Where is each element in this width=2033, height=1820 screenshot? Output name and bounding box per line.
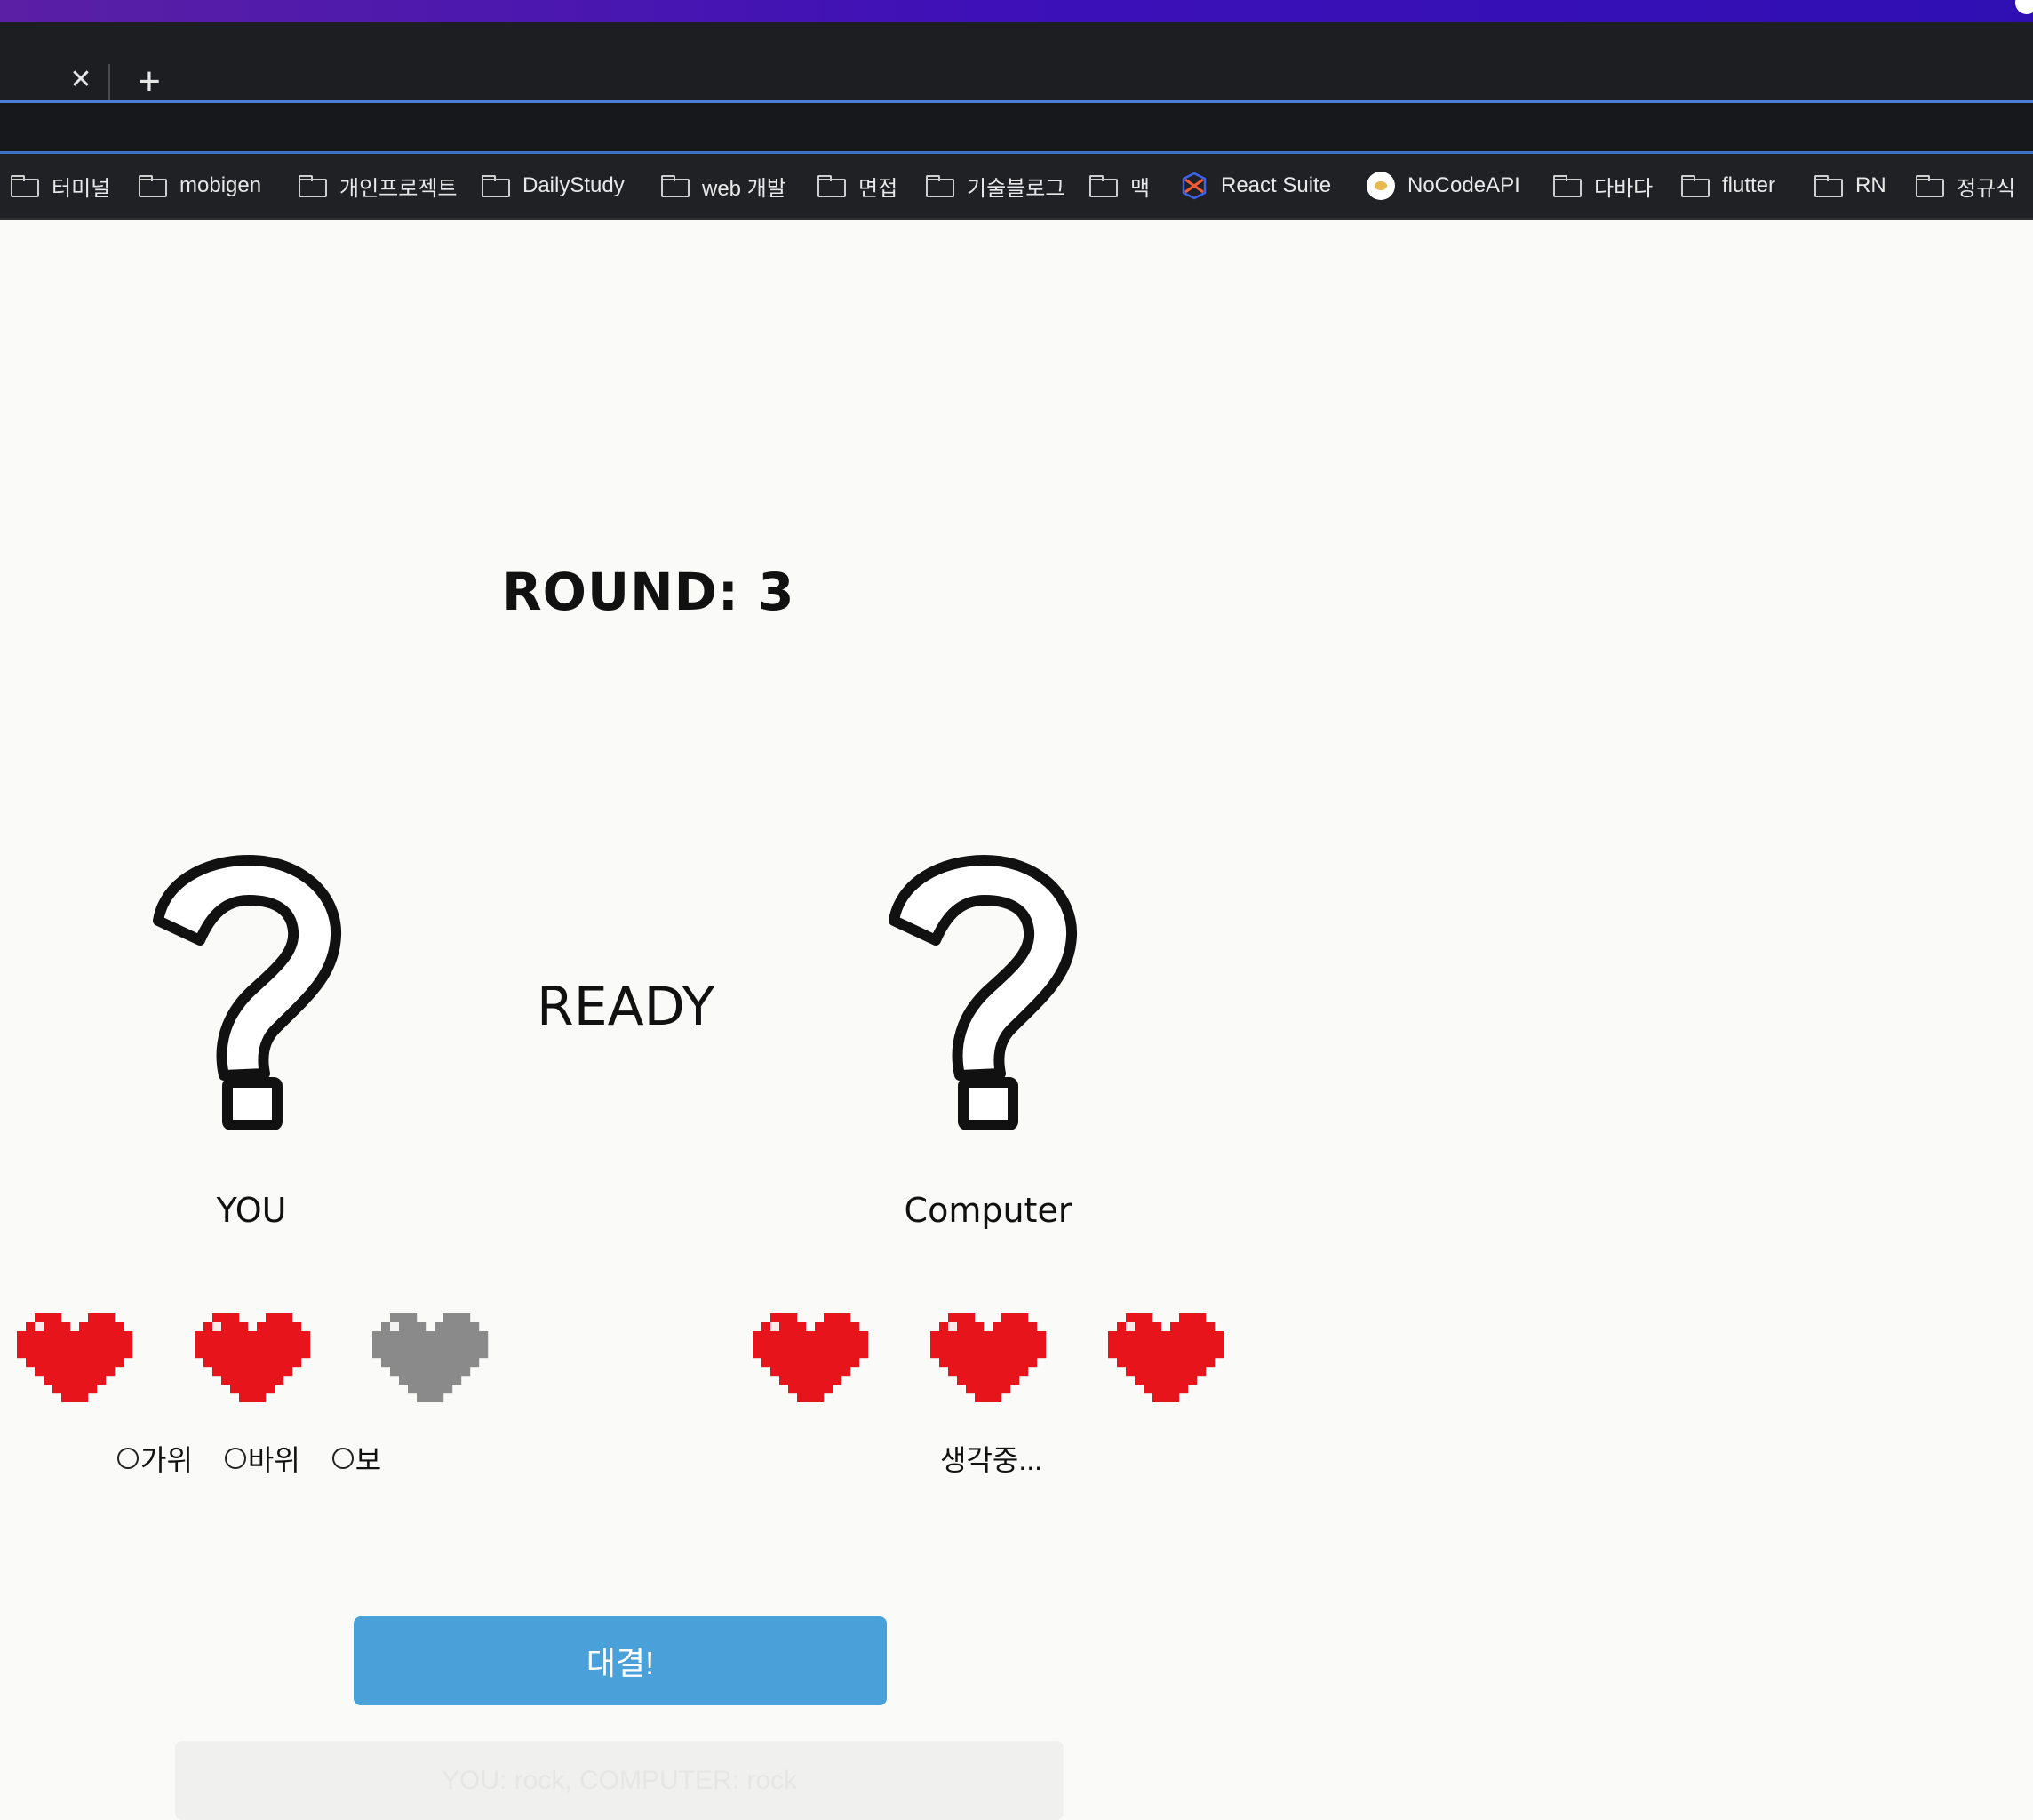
- choice-scissors[interactable]: 가위: [117, 1438, 193, 1479]
- computer-heart-icon: [1108, 1313, 1224, 1402]
- bookmark-label: 터미널: [52, 176, 111, 201]
- folder-icon: [661, 175, 690, 197]
- bookmark-item[interactable]: web 개발: [661, 154, 786, 218]
- computer-question-mark-icon: [889, 855, 1078, 1130]
- bookmark-label: 정규식: [1957, 176, 2016, 201]
- choice-group: 가위 바위 보: [117, 1438, 381, 1479]
- player-question-mark-icon: [153, 855, 342, 1130]
- bookmark-label: React Suite: [1221, 173, 1332, 197]
- bookmark-label: flutter: [1722, 173, 1776, 197]
- bookmark-label: RN: [1855, 173, 1886, 197]
- choice-label: 보: [355, 1444, 382, 1476]
- folder-icon: [482, 175, 510, 197]
- bookmark-label: 면접: [858, 176, 898, 201]
- choice-paper[interactable]: 보: [331, 1438, 382, 1479]
- bookmark-label: web 개발: [702, 176, 786, 201]
- fight-button[interactable]: 대결!: [354, 1616, 887, 1705]
- round-indicator: ROUND: 3: [502, 562, 795, 622]
- folder-icon: [11, 175, 39, 197]
- close-icon[interactable]: ✕: [68, 67, 94, 93]
- bookmark-label: 기술블로그: [967, 176, 1065, 201]
- tab-separator: [108, 64, 110, 101]
- nocodeapi-icon: [1367, 172, 1395, 200]
- bookmarks-bar: 터미널 mobigen 개인프로젝트 DailyStudy web 개발 면접 …: [0, 154, 2033, 220]
- radio-rock[interactable]: [224, 1448, 246, 1469]
- bookmark-item[interactable]: DailyStudy: [482, 154, 625, 218]
- bookmark-item[interactable]: RN: [1814, 154, 1886, 218]
- react-suite-icon: [1182, 172, 1207, 200]
- computer-heart-icon: [753, 1313, 869, 1402]
- bookmark-item[interactable]: 터미널: [11, 154, 110, 218]
- tab-bar: ✕ +: [0, 22, 2033, 101]
- profile-icon[interactable]: [2015, 0, 2033, 14]
- plus-icon[interactable]: +: [133, 62, 165, 101]
- player-name: YOU: [216, 1191, 287, 1230]
- bookmark-item[interactable]: 정규식: [1916, 154, 2015, 218]
- bookmark-label: 맥: [1130, 176, 1151, 201]
- computer-heart-icon: [930, 1313, 1047, 1402]
- bookmark-item[interactable]: 기술블로그: [926, 154, 1064, 218]
- bookmark-item[interactable]: flutter: [1681, 154, 1775, 218]
- bookmark-item[interactable]: 다바다: [1553, 154, 1653, 218]
- bookmark-item[interactable]: React Suite: [1180, 154, 1331, 218]
- folder-icon: [817, 175, 846, 197]
- folder-icon: [1089, 175, 1118, 197]
- choice-label: 가위: [140, 1444, 193, 1476]
- folder-icon: [926, 175, 954, 197]
- result-text: YOU: rock, COMPUTER: rock: [175, 1741, 1064, 1820]
- bookmark-item[interactable]: 개인프로젝트: [299, 154, 457, 218]
- address-bar[interactable]: [0, 103, 2033, 153]
- computer-name: Computer: [904, 1191, 1072, 1230]
- bookmark-item[interactable]: 맥: [1089, 154, 1150, 218]
- status-text: READY: [537, 976, 715, 1038]
- bookmark-label: 다바다: [1594, 176, 1654, 201]
- bookmark-item[interactable]: mobigen: [139, 154, 261, 218]
- computer-thinking-text: 생각중...: [940, 1444, 1042, 1476]
- bookmark-label: DailyStudy: [522, 173, 625, 197]
- player-heart-icon: [17, 1313, 133, 1402]
- folder-icon: [1553, 175, 1582, 197]
- bookmark-label: 개인프로젝트: [339, 176, 458, 201]
- folder-icon: [1681, 175, 1710, 197]
- choice-label: 바위: [247, 1444, 300, 1476]
- folder-icon: [1814, 175, 1843, 197]
- folder-icon: [139, 175, 167, 197]
- choice-rock[interactable]: 바위: [224, 1438, 300, 1479]
- radio-paper[interactable]: [331, 1448, 354, 1469]
- bookmark-label: mobigen: [179, 173, 262, 197]
- folder-icon: [1916, 175, 1944, 197]
- radio-scissors[interactable]: [117, 1448, 139, 1469]
- window-top-strip: [0, 0, 2033, 22]
- player-heart-icon: [372, 1313, 489, 1402]
- folder-icon: [299, 175, 327, 197]
- bookmark-item[interactable]: NoCodeAPI: [1367, 154, 1520, 218]
- player-heart-icon: [195, 1313, 311, 1402]
- bookmark-item[interactable]: 면접: [817, 154, 897, 218]
- bookmark-label: NoCodeAPI: [1407, 173, 1520, 197]
